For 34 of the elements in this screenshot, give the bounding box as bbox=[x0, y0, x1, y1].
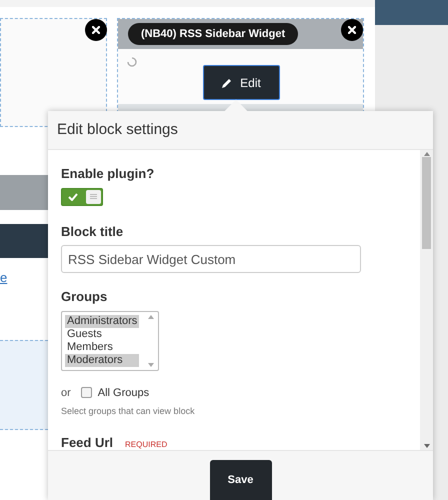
scroll-down-icon[interactable] bbox=[148, 362, 154, 366]
menu-bar bbox=[0, 224, 48, 258]
widget-title: (NB40) RSS Sidebar Widget bbox=[128, 22, 298, 46]
help-text: Select groups that can view block bbox=[61, 405, 196, 418]
toggle-switch[interactable] bbox=[61, 188, 103, 206]
dialog-title: Edit block settings bbox=[57, 120, 178, 140]
edit-button[interactable]: Edit bbox=[203, 65, 280, 100]
or-text: or bbox=[61, 386, 71, 400]
scroll-up-icon[interactable] bbox=[148, 314, 154, 318]
check-icon bbox=[68, 192, 78, 200]
list-option[interactable]: Members bbox=[65, 340, 140, 354]
list-option[interactable]: Administrators bbox=[65, 314, 140, 328]
link[interactable]: e bbox=[0, 268, 8, 288]
scrollbar[interactable] bbox=[420, 150, 433, 450]
close-icon bbox=[348, 26, 356, 34]
field-label: Groups bbox=[61, 288, 108, 306]
field-label: Enable plugin? bbox=[61, 165, 156, 183]
close-icon bbox=[92, 26, 100, 34]
menu-bar bbox=[0, 175, 48, 210]
text-field[interactable]: RSS Sidebar Widget Custom bbox=[61, 245, 361, 273]
pencil-icon bbox=[222, 78, 232, 88]
list-option[interactable]: Moderators bbox=[65, 354, 140, 366]
field-label: Block title bbox=[61, 222, 124, 240]
checkbox[interactable] bbox=[80, 387, 92, 398]
list-option[interactable]: Guests bbox=[65, 328, 140, 340]
scrollbar-thumb[interactable] bbox=[422, 157, 431, 249]
required-label: REQUIRED bbox=[125, 438, 168, 450]
toggle-knob bbox=[86, 190, 101, 204]
checkbox-label: All Groups bbox=[98, 386, 150, 400]
multi-select-list[interactable]: Administrators Guests Members Moderators bbox=[61, 310, 159, 370]
spinner-icon bbox=[127, 57, 137, 67]
save-button[interactable]: Save bbox=[210, 460, 272, 500]
scroll-down-icon[interactable] bbox=[424, 444, 430, 448]
field-label: Feed Url bbox=[61, 434, 114, 450]
